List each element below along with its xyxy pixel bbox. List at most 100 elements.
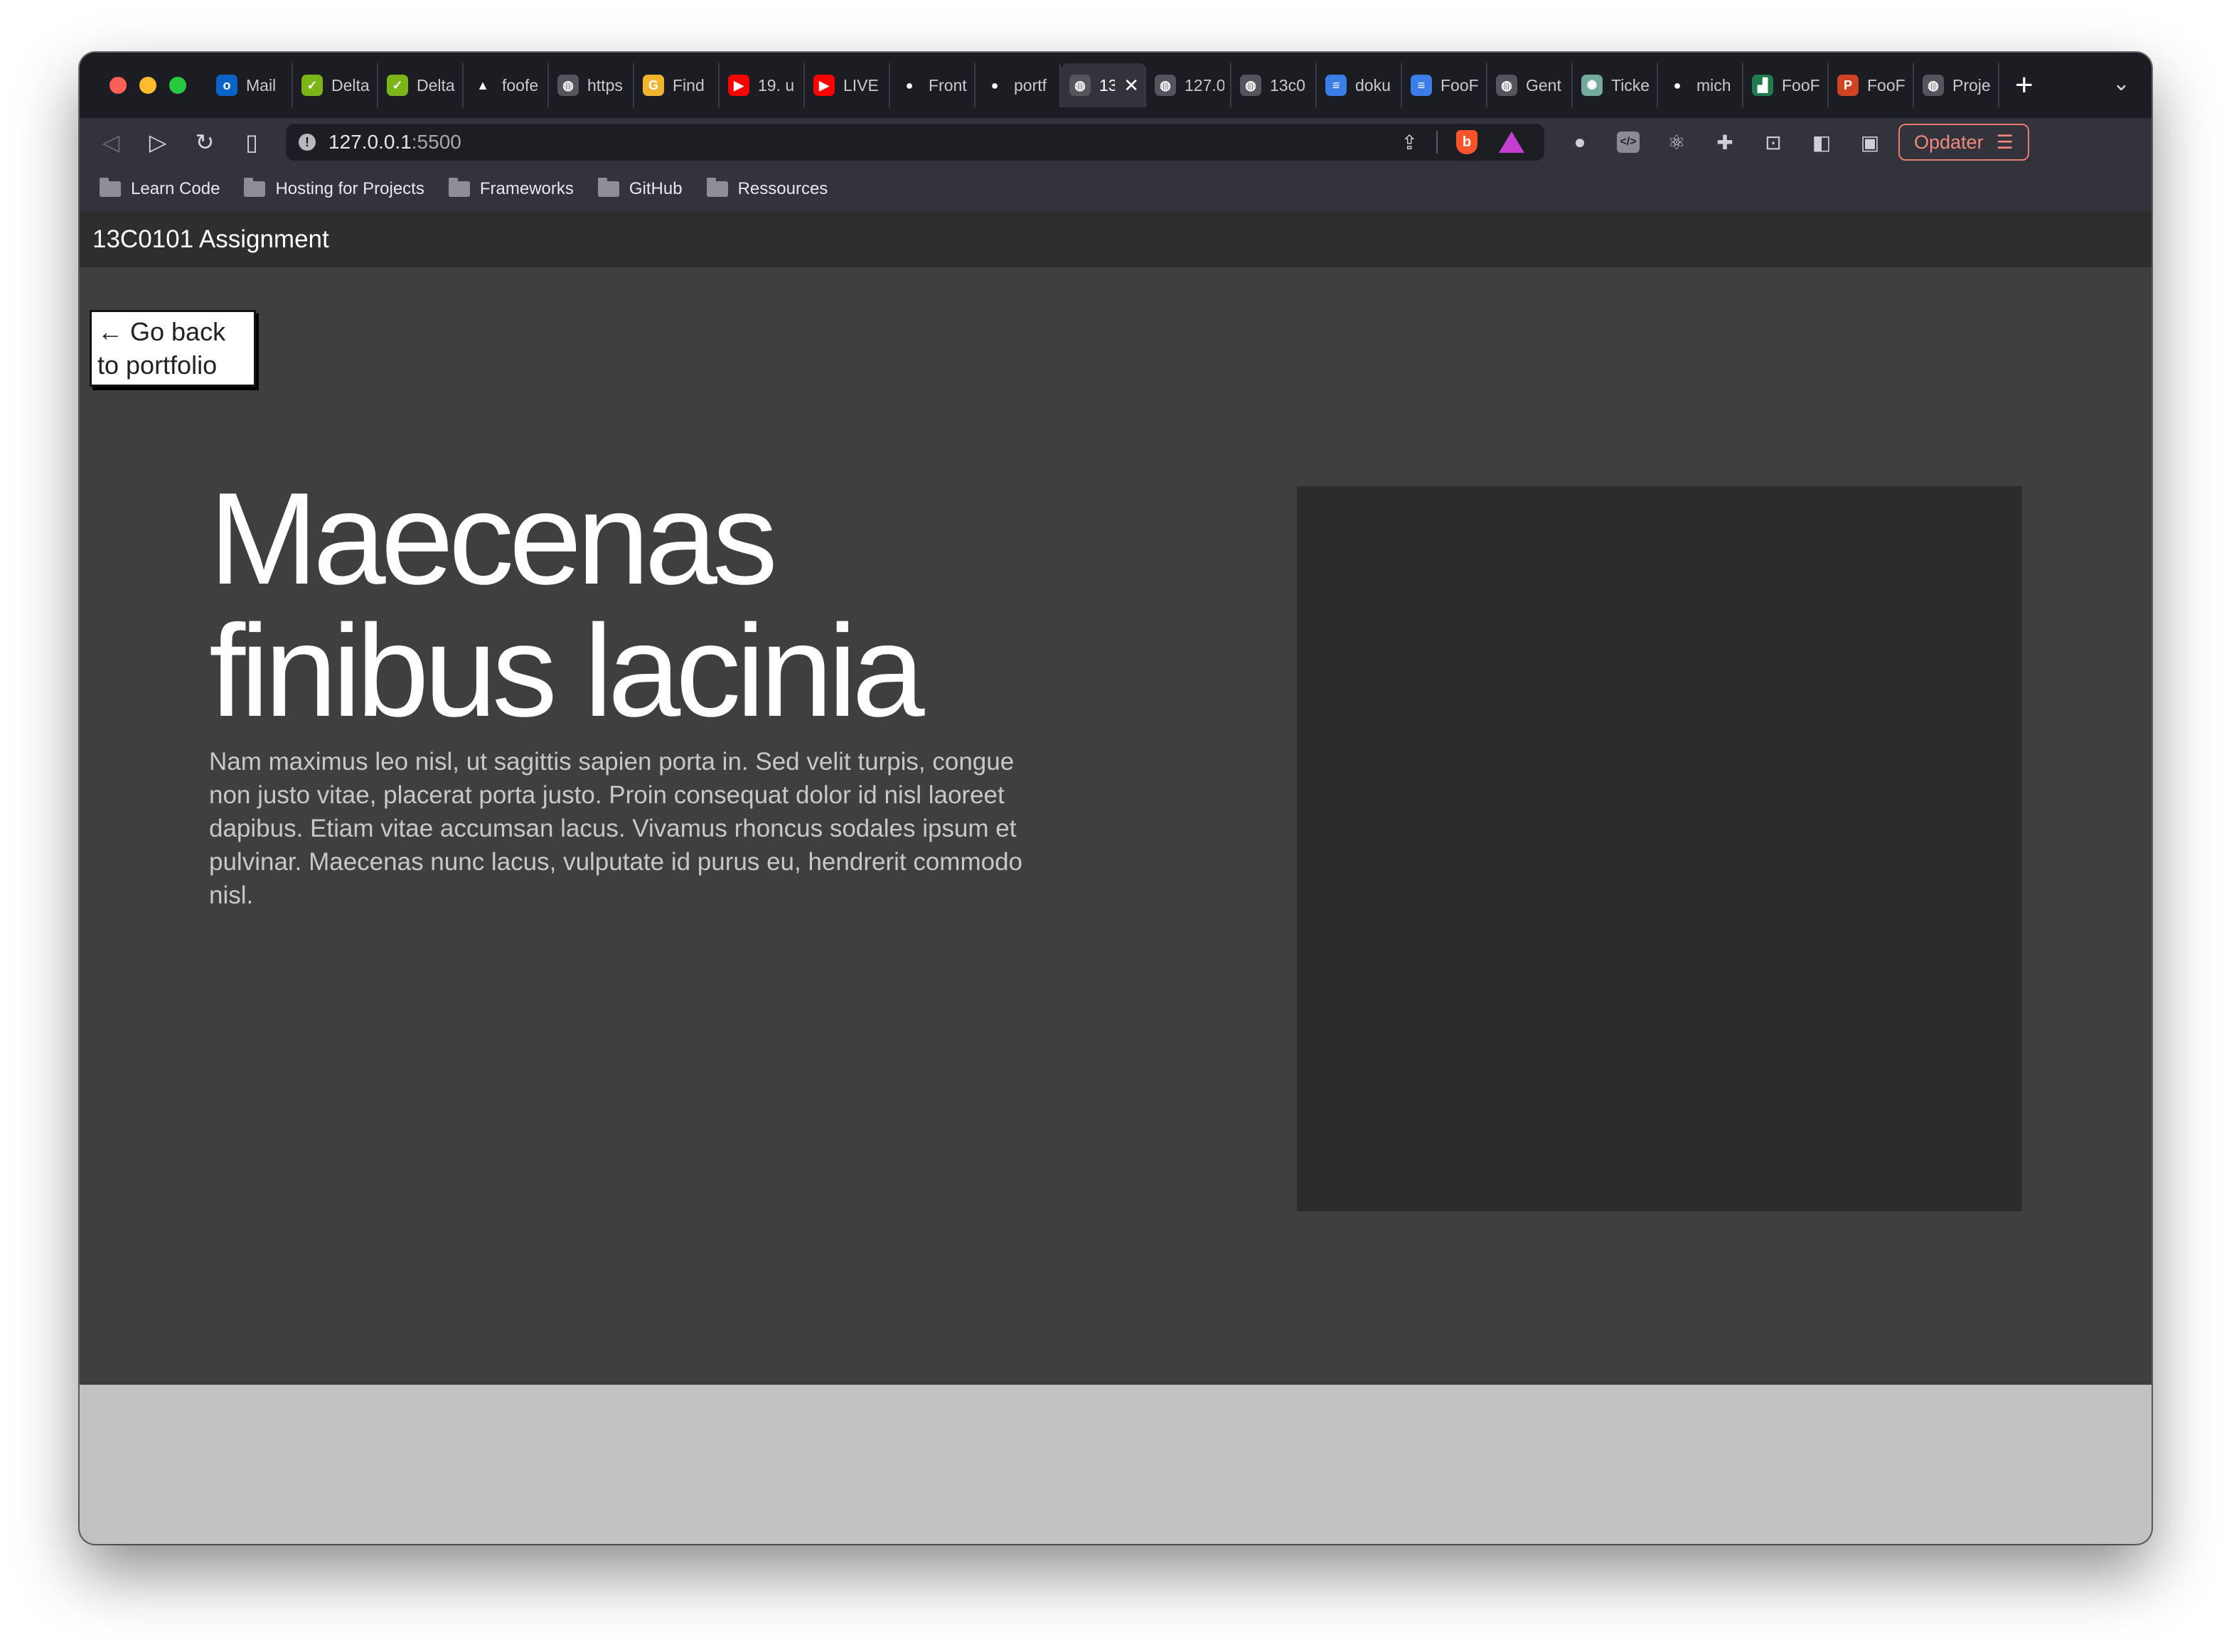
- google-icon: G: [643, 75, 664, 96]
- browser-tab[interactable]: ◍ Gent: [1487, 63, 1573, 107]
- bookmark-folder[interactable]: GitHub: [597, 178, 683, 199]
- tab-label: foofe: [502, 75, 539, 95]
- brave-shields-icon[interactable]: b: [1456, 130, 1477, 154]
- react-devtools-icon[interactable]: ⚛: [1665, 131, 1688, 154]
- divider: [1436, 131, 1438, 154]
- globe-icon: ◍: [1240, 75, 1261, 96]
- tab-search-chevron-icon[interactable]: ⌄: [2112, 71, 2130, 96]
- close-tab-icon[interactable]: ✕: [1123, 75, 1139, 97]
- outlook-icon: o: [216, 75, 237, 96]
- browser-tab[interactable]: ◍ 13 ✕: [1061, 63, 1146, 107]
- globe-icon: ◍: [1155, 75, 1176, 96]
- bookmark-folder[interactable]: Frameworks: [448, 178, 574, 199]
- browser-tab[interactable]: ◍ https: [549, 63, 634, 107]
- back-to-portfolio-button[interactable]: ← Go back to portfolio: [90, 310, 256, 387]
- tab-label: Proje: [1952, 75, 1991, 95]
- hero-title-line1: Maecenas: [209, 465, 778, 611]
- browser-tab[interactable]: ✺ Ticke: [1573, 63, 1658, 107]
- back-arrow-icon[interactable]: ◁: [101, 129, 121, 156]
- bookmark-folder[interactable]: Ressources: [706, 178, 828, 199]
- tab-label: Ticke: [1611, 75, 1650, 95]
- browser-tab[interactable]: ▲ foofe: [464, 63, 549, 107]
- bookmark-folder[interactable]: Learn Code: [100, 178, 220, 199]
- browser-tab[interactable]: ◍ 13c0: [1231, 63, 1317, 107]
- browser-tab[interactable]: ● portf: [976, 63, 1061, 107]
- site-info-icon[interactable]: !: [299, 134, 316, 151]
- sidebar-toggle-icon[interactable]: ◧: [1810, 131, 1833, 154]
- browser-tab[interactable]: P FooF: [1829, 63, 1914, 107]
- github-icon: ●: [1667, 75, 1688, 96]
- browser-tab[interactable]: ◍ Proje: [1914, 63, 1999, 107]
- browser-tab[interactable]: o Mail: [208, 63, 293, 107]
- tab-label: mich: [1696, 75, 1731, 95]
- url-text[interactable]: 127.0.0.1:5500: [328, 131, 1401, 154]
- url-port: :5500: [411, 131, 461, 153]
- new-tab-button[interactable]: +: [2015, 70, 2033, 101]
- bookmark-folder[interactable]: Hosting for Projects: [244, 178, 424, 199]
- bookmark-label: Hosting for Projects: [275, 179, 424, 198]
- extension-devtools-icon[interactable]: </>: [1617, 132, 1640, 153]
- chatgpt-icon: ✺: [1581, 75, 1603, 96]
- youtube-icon: ▶: [813, 75, 835, 96]
- github-icon: ●: [899, 75, 920, 96]
- browser-tab[interactable]: ≡ doku: [1317, 63, 1402, 107]
- browser-tab[interactable]: ● Front: [890, 63, 976, 107]
- tab-label: Find: [673, 75, 705, 95]
- browser-tab[interactable]: ≡ FooF: [1402, 63, 1487, 107]
- extensions-puzzle-icon[interactable]: ✚: [1714, 131, 1736, 154]
- share-icon[interactable]: ⇪: [1401, 131, 1418, 154]
- hero-title: Maecenas finibus lacinia: [209, 472, 925, 736]
- hero-paragraph: Nam maximus leo nisl, ut sagittis sapien…: [209, 748, 1022, 909]
- browser-tab[interactable]: ▶ LIVE: [805, 63, 890, 107]
- url-host: 127.0.0.1: [328, 131, 412, 153]
- bookmark-label: Learn Code: [131, 179, 220, 198]
- browser-tab[interactable]: ▟ FooF: [1743, 63, 1829, 107]
- tab-label: Delta: [417, 75, 455, 95]
- extension-mouse-icon[interactable]: ●: [1568, 131, 1591, 154]
- minimize-window-button[interactable]: [139, 77, 156, 94]
- youtube-icon: ▶: [728, 75, 749, 96]
- tab-label: FooF: [1782, 75, 1820, 95]
- menu-icon: ☰: [1996, 131, 2014, 153]
- update-button-label: Opdater: [1914, 131, 1984, 153]
- folder-icon: [448, 178, 470, 197]
- browser-tab[interactable]: ✓ Delta: [293, 63, 378, 107]
- reload-icon[interactable]: ↻: [195, 129, 215, 156]
- bookmark-icon[interactable]: ▯: [242, 129, 262, 156]
- maximize-window-button[interactable]: [169, 77, 186, 94]
- browser-tab[interactable]: ✓ Delta: [378, 63, 464, 107]
- folder-icon: [597, 178, 619, 197]
- site-title: 13C0101 Assignment: [92, 225, 329, 253]
- tab-label: FooF: [1867, 75, 1906, 95]
- chart-icon: ▟: [1752, 75, 1773, 96]
- brave-rewards-icon[interactable]: [1499, 132, 1524, 153]
- browser-tab[interactable]: G Find: [634, 63, 720, 107]
- globe-icon: ◍: [1069, 75, 1091, 96]
- folder-icon: [706, 178, 728, 197]
- bookmark-label: GitHub: [629, 179, 683, 198]
- wallet-icon[interactable]: ▣: [1859, 131, 1881, 154]
- tab-label: Gent: [1526, 75, 1561, 95]
- tab-list: o Mail ✓ Delta ✓ Delta ▲ foofe ◍ https G Find ▶ 19. u…: [208, 53, 1999, 118]
- github-icon: ●: [984, 75, 1005, 96]
- tab-label: 13: [1099, 75, 1115, 95]
- folder-icon: [244, 178, 266, 197]
- browser-tab[interactable]: ◍ 127.0: [1146, 63, 1231, 107]
- cast-icon[interactable]: ⊡: [1762, 131, 1785, 154]
- bookmark-label: Ressources: [737, 179, 828, 198]
- bookmarks-bar: Learn Code Hosting for Projects Frameworks…: [80, 166, 2152, 212]
- tab-label: LIVE: [843, 75, 879, 95]
- address-bar[interactable]: ! 127.0.0.1:5500 ⇪ b: [286, 124, 1544, 161]
- tab-label: 127.0: [1185, 75, 1224, 95]
- tab-label: Front: [929, 75, 967, 95]
- bookmark-label: Frameworks: [479, 179, 574, 198]
- image-placeholder: [1297, 486, 2022, 1211]
- page-footer: [80, 1385, 2152, 1544]
- update-button[interactable]: Opdater ☰: [1898, 124, 2029, 161]
- browser-tab[interactable]: ▶ 19. u: [720, 63, 805, 107]
- close-window-button[interactable]: [109, 77, 127, 94]
- forward-arrow-icon[interactable]: ▷: [148, 129, 168, 156]
- tab-label: doku: [1355, 75, 1391, 95]
- globe-icon: ◍: [1496, 75, 1517, 96]
- browser-tab[interactable]: ● mich: [1658, 63, 1743, 107]
